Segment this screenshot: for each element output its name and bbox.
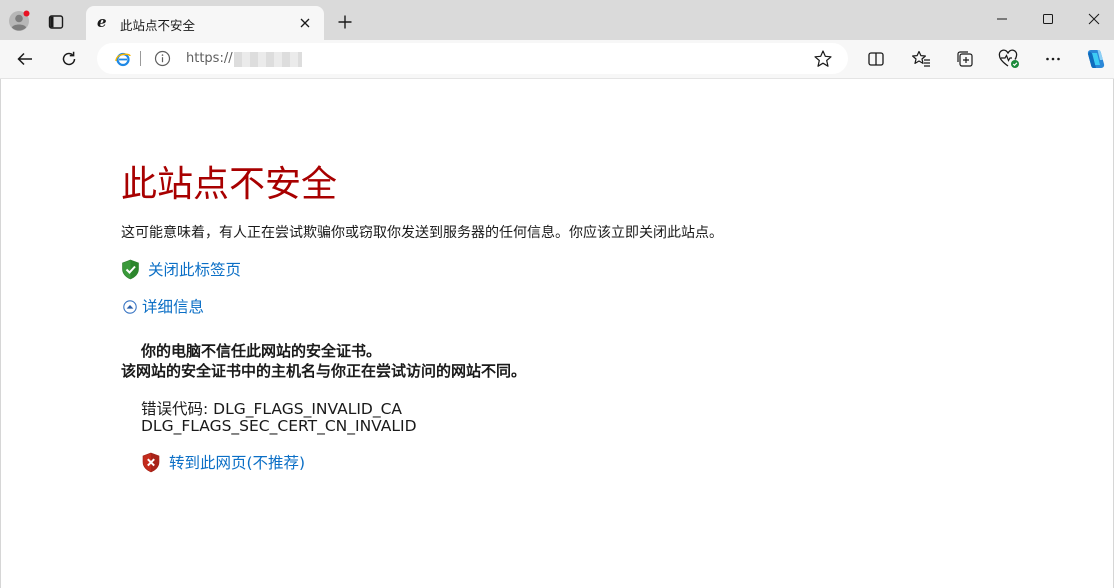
url-text: https:// xyxy=(186,51,233,66)
collections-button[interactable] xyxy=(951,45,979,73)
warning-description: 这可能意味着，有人正在尝试欺骗你或窃取你发送到服务器的任何信息。你应该立即关闭此… xyxy=(121,225,723,241)
tab-title: 此站点不安全 xyxy=(120,18,196,33)
plus-icon xyxy=(338,15,352,29)
active-tab[interactable]: e 此站点不安全 xyxy=(86,6,324,40)
proceed-unsafe-link[interactable]: 转到此网页(不推荐) xyxy=(141,451,305,473)
error-code-line-2: DLG_FLAGS_SEC_CERT_CN_INVALID xyxy=(141,417,417,435)
collections-icon xyxy=(957,51,973,67)
edge-ie-mode-icon: e xyxy=(96,13,112,31)
cert-untrusted-message: 你的电脑不信任此网站的安全证书。 xyxy=(141,342,382,360)
page-title: 此站点不安全 xyxy=(121,164,338,205)
new-tab-button[interactable] xyxy=(334,11,356,33)
ie-mode-icon[interactable] xyxy=(115,51,131,67)
favorites-icon xyxy=(912,50,930,67)
red-shield-x-icon xyxy=(141,452,161,473)
close-icon xyxy=(1088,13,1100,25)
refresh-icon xyxy=(62,51,76,66)
more-options-button[interactable] xyxy=(1039,45,1067,73)
details-toggle[interactable]: 详细信息 xyxy=(123,295,204,317)
close-window-button[interactable] xyxy=(1071,0,1114,38)
close-tab-label[interactable]: 关闭此标签页 xyxy=(148,258,241,280)
tab-actions-icon[interactable] xyxy=(46,12,66,32)
maximize-button[interactable] xyxy=(1025,0,1071,38)
close-tab-link[interactable]: 关闭此标签页 xyxy=(121,258,241,280)
close-tab-icon[interactable] xyxy=(296,14,314,32)
favorites-button[interactable] xyxy=(907,45,935,73)
copilot-button[interactable] xyxy=(1081,45,1109,73)
green-shield-check-icon xyxy=(121,259,140,280)
minimize-icon xyxy=(997,18,1007,20)
refresh-button[interactable] xyxy=(55,45,83,73)
back-button[interactable] xyxy=(11,45,39,73)
minimize-button[interactable] xyxy=(979,0,1025,38)
split-screen-icon xyxy=(868,52,884,66)
url-redacted xyxy=(234,52,302,67)
browser-essentials-button[interactable] xyxy=(995,45,1023,73)
add-favorite-star-icon[interactable] xyxy=(812,48,834,70)
omnibox-separator xyxy=(140,51,141,66)
error-code-line-1: 错误代码: DLG_FLAGS_INVALID_CA xyxy=(141,400,403,418)
back-arrow-icon xyxy=(17,52,32,66)
maximize-icon xyxy=(1043,14,1053,24)
info-icon[interactable] xyxy=(154,50,171,67)
split-screen-button[interactable] xyxy=(862,45,890,73)
heart-pulse-icon xyxy=(998,49,1019,68)
svg-text:e: e xyxy=(97,14,107,30)
copilot-icon xyxy=(1087,50,1105,68)
details-label[interactable]: 详细信息 xyxy=(142,295,204,317)
browser-titlebar: e 此站点不安全 xyxy=(0,0,1114,40)
profile-avatar-icon[interactable] xyxy=(8,10,30,32)
proceed-unsafe-label[interactable]: 转到此网页(不推荐) xyxy=(169,451,305,473)
more-icon xyxy=(1046,57,1060,61)
collapse-circle-up-icon[interactable] xyxy=(123,299,137,314)
cert-hostname-mismatch-message: 该网站的安全证书中的主机名与你正在尝试访问的网站不同。 xyxy=(121,362,527,380)
browser-toolbar: https:// xyxy=(0,40,1114,79)
address-bar[interactable]: https:// xyxy=(97,43,848,74)
